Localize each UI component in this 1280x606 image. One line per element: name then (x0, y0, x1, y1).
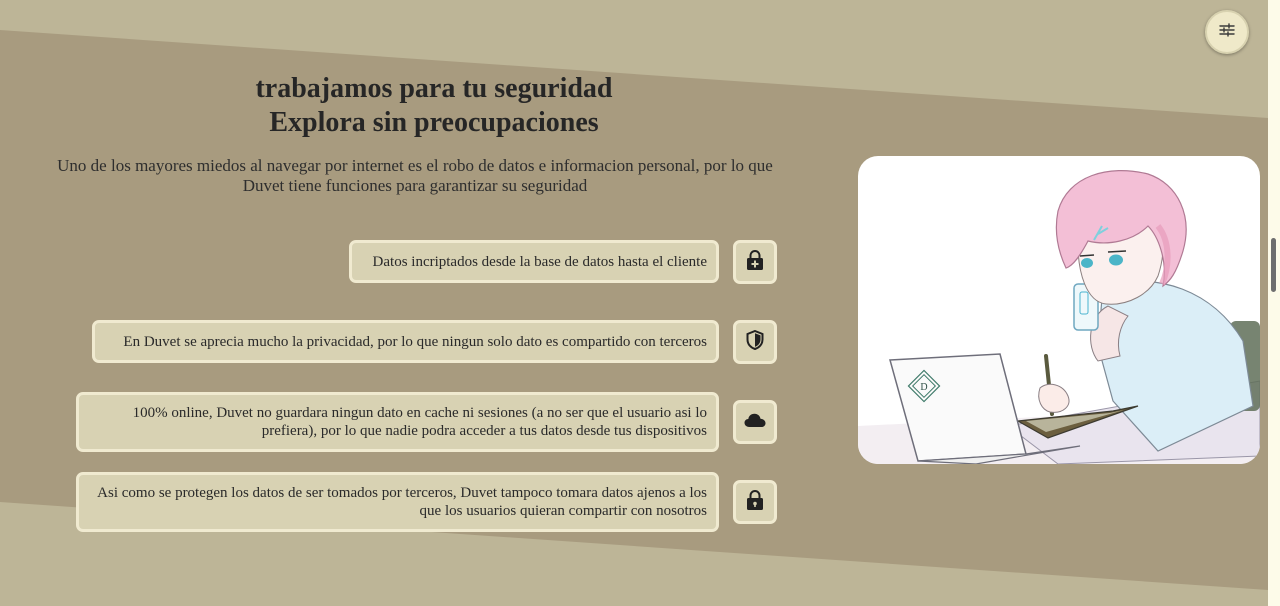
lock-icon (746, 489, 764, 516)
sliders-icon (1219, 22, 1235, 42)
laptop-logo-letter: D (920, 382, 927, 393)
feature-text: En Duvet se aprecia mucho la privacidad,… (123, 333, 707, 350)
intro-text: Uno de los mayores miedos al navegar por… (57, 156, 773, 195)
feature-encryption: Datos incriptados desde la base de datos… (349, 240, 719, 283)
feature-privacy-icon-box (733, 320, 777, 364)
shield-icon (746, 329, 764, 355)
feature-text: Asi como se protegen los datos de ser to… (97, 485, 707, 519)
feature-no-data-taken-icon-box (733, 480, 777, 524)
lock-plus-icon (746, 249, 764, 276)
feature-privacy: En Duvet se aprecia mucho la privacidad,… (92, 320, 719, 363)
feature-online-icon-box (733, 400, 777, 444)
page-title: trabajamos para tu seguridad Explora sin… (184, 72, 684, 140)
title-line-1: trabajamos para tu seguridad (255, 73, 613, 104)
settings-button[interactable] (1205, 10, 1249, 54)
illustration-drawing: D (858, 170, 1260, 464)
illustration-girl-at-laptop: D (858, 156, 1260, 464)
feature-online: 100% online, Duvet no guardara ningun da… (76, 392, 719, 452)
title-line-2: Explora sin preocupaciones (269, 107, 599, 138)
feature-text: 100% online, Duvet no guardara ningun da… (132, 405, 707, 439)
feature-encryption-icon-box (733, 240, 777, 284)
cloud-icon (744, 413, 766, 432)
scrollbar[interactable] (1268, 0, 1280, 606)
feature-text: Datos incriptados desde la base de datos… (372, 253, 707, 270)
feature-no-data-taken: Asi como se protegen los datos de ser to… (76, 472, 719, 532)
scrollbar-thumb[interactable] (1271, 238, 1276, 292)
